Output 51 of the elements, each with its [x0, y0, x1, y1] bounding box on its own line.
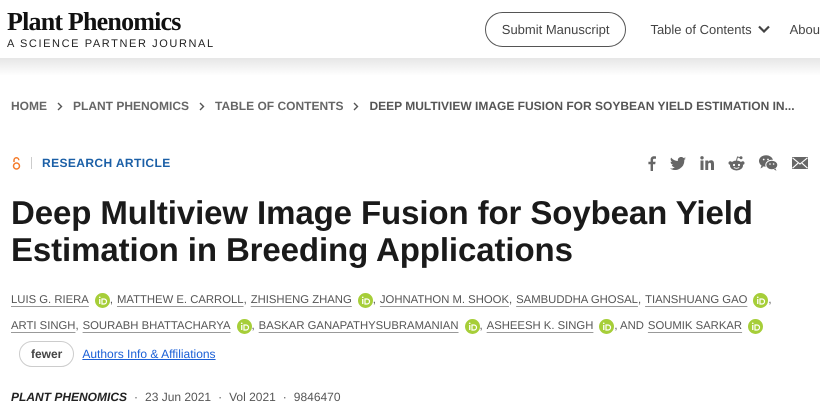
journal-logo-title[interactable]: Plant Phenomics: [7, 8, 215, 36]
author-link[interactable]: TIANSHUANG GAO: [645, 294, 748, 306]
author-separator: ,: [480, 320, 483, 332]
meta-separator: ·: [134, 390, 138, 404]
author-separator: ,: [75, 320, 79, 332]
author-link[interactable]: ZHISHENG ZHANG: [250, 294, 352, 306]
chevron-right-icon: [199, 102, 206, 110]
author-link[interactable]: JOHNATHON M. SHOOK: [380, 294, 509, 306]
breadcrumb-link[interactable]: TABLE OF CONTENTS: [215, 99, 344, 113]
meta-separator: ·: [218, 390, 222, 404]
facebook-icon[interactable]: [648, 156, 656, 170]
author-link[interactable]: LUIS G. RIERA: [11, 294, 89, 306]
meta-separator: ·: [282, 390, 287, 404]
author-separator: ,: [638, 294, 642, 306]
author-separator: ,: [509, 294, 512, 306]
nav-link[interactable]: Abou: [790, 22, 820, 36]
twitter-bird-icon[interactable]: [670, 156, 686, 170]
article-number: 9846470: [294, 390, 341, 404]
envelope-icon[interactable]: [792, 157, 808, 169]
author-link[interactable]: ASHEESH K. SINGH: [486, 320, 594, 332]
author-separator: ,: [372, 294, 376, 306]
author-link[interactable]: BASKAR GANAPATHYSUBRAMANIAN: [258, 320, 459, 332]
chevron-right-icon: [57, 102, 63, 110]
author-link[interactable]: MATTHEW E. CARROLL: [116, 294, 244, 306]
author-link[interactable]: SOURABH BHATTACHARYA: [82, 320, 231, 332]
authors-info-link[interactable]: Authors Info & Affiliations: [82, 347, 216, 361]
breadcrumb-link[interactable]: DEEP MULTIVIEW IMAGE FUSION FOR SOYBEAN YIELD ESTIMATION IN...: [369, 99, 795, 113]
volume-label: Vol 2021: [229, 390, 276, 404]
author-link[interactable]: SOUMIK SARKAR: [648, 320, 742, 332]
author-separator: ,: [768, 294, 772, 306]
chevron-down-icon[interactable]: [758, 25, 770, 33]
author-separator: ,: [110, 294, 113, 306]
linkedin-icon[interactable]: [700, 156, 714, 170]
journal-logo-subtitle: A SCIENCE PARTNER JOURNAL: [7, 38, 215, 50]
reddit-icon[interactable]: [728, 156, 745, 170]
chat-bubbles-icon[interactable]: [759, 155, 778, 171]
journal-name: PLANT PHENOMICS: [11, 390, 128, 404]
article-title: Deep Multiview Image Fusion for Soybean Yield Estimation in Breeding Applications: [11, 194, 754, 268]
breadcrumb-link[interactable]: PLANT PHENOMICS: [73, 99, 190, 113]
author-separator: , AND: [614, 320, 644, 332]
article-type-label: RESEARCH ARTICLE: [42, 156, 171, 170]
author-separator: ,: [252, 320, 255, 332]
author-link[interactable]: SAMBUDDHA GHOSAL: [516, 294, 638, 306]
nav-link[interactable]: Table of Contents: [650, 22, 752, 36]
submit-manuscript-button[interactable]: Submit Manuscript: [484, 12, 626, 46]
author-separator: ,: [244, 294, 247, 306]
fewer-button[interactable]: fewer: [19, 341, 74, 367]
publication-date: 23 Jun 2021: [145, 390, 212, 404]
breadcrumb-link[interactable]: HOME: [11, 99, 47, 113]
author-link[interactable]: ARTI SINGH: [11, 320, 76, 332]
chevron-right-icon: [353, 102, 360, 110]
